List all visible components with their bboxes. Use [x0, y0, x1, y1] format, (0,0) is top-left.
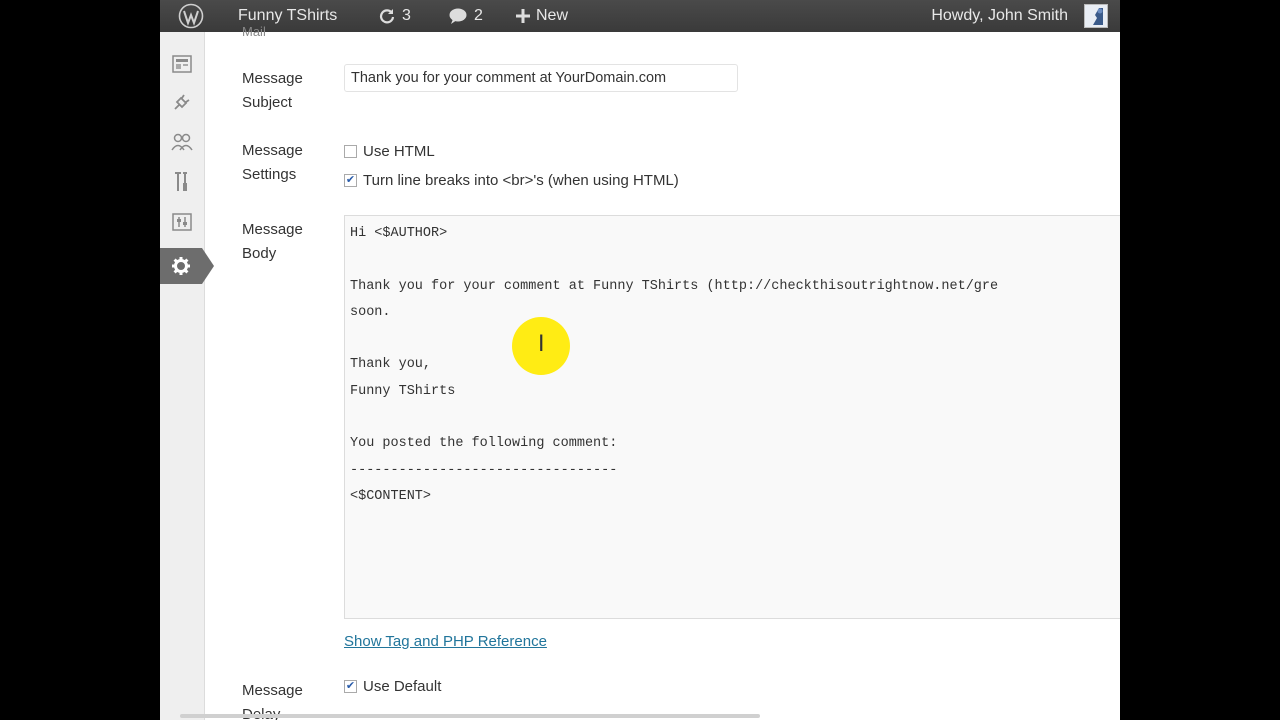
wordpress-logo-icon[interactable] — [168, 0, 214, 32]
avatar[interactable] — [1084, 4, 1108, 28]
use-html-checkbox[interactable] — [344, 145, 357, 158]
linebreaks-checkbox[interactable]: ✔ — [344, 174, 357, 187]
plus-icon — [516, 9, 530, 23]
linebreaks-label: Turn line breaks into <br>'s (when using… — [363, 172, 679, 189]
new-label: New — [536, 7, 569, 24]
text-cursor-icon: I — [538, 332, 545, 357]
comments-button[interactable]: 2 — [448, 0, 483, 32]
subject-input[interactable] — [344, 64, 738, 92]
admin-bar: Funny TShirts 3 2 New Howdy, John Smith — [160, 0, 1120, 32]
use-default-label: Use Default — [363, 678, 442, 695]
use-default-checkbox[interactable]: ✔ — [344, 680, 357, 693]
speech-bubble-icon — [448, 7, 468, 25]
settings-sliders-icon[interactable] — [160, 204, 204, 240]
browser-viewport: Funny TShirts 3 2 New Howdy, John Smith — [160, 0, 1120, 720]
active-menu-arrow — [202, 248, 214, 284]
use-html-row: Use HTML — [344, 143, 435, 160]
settings-label: Message Settings — [242, 142, 303, 183]
body-label: Message Body — [242, 221, 303, 262]
use-default-row: ✔ Use Default — [344, 678, 441, 695]
updates-count: 3 — [402, 7, 411, 24]
updates-button[interactable]: 3 — [378, 0, 411, 32]
plugins-icon[interactable] — [160, 84, 204, 120]
message-body-textarea[interactable]: Hi <$AUTHOR> Thank you for your comment … — [344, 215, 1120, 619]
users-icon[interactable] — [160, 124, 204, 160]
subject-label: Message Subject — [242, 70, 303, 111]
refresh-icon — [378, 7, 396, 25]
tools-icon[interactable] — [160, 164, 204, 200]
settings-gear-icon[interactable] — [160, 248, 202, 284]
linebreaks-row: ✔ Turn line breaks into <br>'s (when usi… — [344, 172, 679, 189]
use-html-label: Use HTML — [363, 143, 435, 160]
account-menu[interactable]: Howdy, John Smith — [931, 0, 1068, 32]
howdy-label: Howdy, John Smith — [931, 7, 1068, 24]
horizontal-scrollbar[interactable] — [180, 714, 760, 718]
cutoff-label: Mail — [242, 24, 266, 39]
new-content-button[interactable]: New — [516, 0, 568, 32]
dashboard-icon[interactable] — [160, 46, 204, 82]
comments-count: 2 — [474, 7, 483, 24]
show-reference-link[interactable]: Show Tag and PHP Reference — [344, 633, 547, 650]
admin-sidebar — [160, 32, 205, 720]
